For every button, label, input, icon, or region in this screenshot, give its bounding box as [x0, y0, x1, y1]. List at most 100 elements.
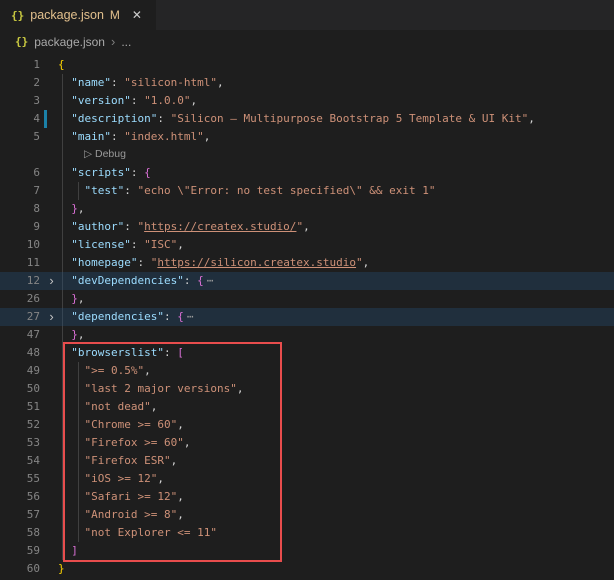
line-number: 58 [0, 524, 45, 542]
gutter-space [45, 506, 58, 524]
chevron-right-icon: › [111, 34, 115, 49]
code-line-58[interactable]: 58 "not Explorer <= 11" [0, 524, 614, 542]
code-text: "Firefox ESR", [58, 452, 177, 470]
code-text: "homepage": "https://silicon.createx.stu… [58, 254, 369, 272]
gutter-space [45, 542, 58, 560]
line-number: 8 [0, 200, 45, 218]
line-number: 50 [0, 380, 45, 398]
code-line-1[interactable]: 1{ [0, 56, 614, 74]
code-text: "dependencies": {⋯ [58, 308, 194, 326]
code-line-7[interactable]: 7 "test": "echo \"Error: no test specifi… [0, 182, 614, 200]
code-line-48[interactable]: 48 "browserslist": [ [0, 344, 614, 362]
gutter-space [45, 416, 58, 434]
line-number: 11 [0, 254, 45, 272]
code-line-27[interactable]: 27› "dependencies": {⋯ [0, 308, 614, 326]
code-text: "main": "index.html", [58, 128, 210, 146]
code-line-47[interactable]: 47 }, [0, 326, 614, 344]
gutter-space [45, 164, 58, 182]
code-text: }, [58, 290, 85, 308]
code-line-3[interactable]: 3 "version": "1.0.0", [0, 92, 614, 110]
code-line-59[interactable]: 59 ] [0, 542, 614, 560]
gutter-space [45, 92, 58, 110]
code-line-51[interactable]: 51 "not dead", [0, 398, 614, 416]
gutter-space [45, 218, 58, 236]
line-number: 10 [0, 236, 45, 254]
line-number: 53 [0, 434, 45, 452]
code-line-10[interactable]: 10 "license": "ISC", [0, 236, 614, 254]
line-number: 4 [0, 110, 45, 128]
fold-chevron-icon[interactable]: › [45, 308, 58, 326]
code-line-12[interactable]: 12› "devDependencies": {⋯ [0, 272, 614, 290]
gutter-space [45, 452, 58, 470]
code-line-56[interactable]: 56 "Safari >= 12", [0, 488, 614, 506]
gutter-space [45, 470, 58, 488]
code-text: "browserslist": [ [58, 344, 184, 362]
breadcrumb-file[interactable]: package.json [34, 35, 105, 49]
code-text: "not dead", [58, 398, 157, 416]
code-text: "last 2 major versions", [58, 380, 243, 398]
line-number: 51 [0, 398, 45, 416]
code-line-49[interactable]: 49 ">= 0.5%", [0, 362, 614, 380]
code-line-9[interactable]: 9 "author": "https://createx.studio/", [0, 218, 614, 236]
codelens-debug[interactable]: ▷ Debug [0, 146, 614, 164]
gutter-space [45, 398, 58, 416]
line-number: 56 [0, 488, 45, 506]
gutter-space [45, 200, 58, 218]
line-number: 55 [0, 470, 45, 488]
gutter-space [45, 326, 58, 344]
gutter-space [45, 362, 58, 380]
code-text: { [58, 56, 65, 74]
code-line-53[interactable]: 53 "Firefox >= 60", [0, 434, 614, 452]
code-text: }, [58, 326, 85, 344]
line-number: 52 [0, 416, 45, 434]
code-line-55[interactable]: 55 "iOS >= 12", [0, 470, 614, 488]
code-line-5[interactable]: 5 "main": "index.html", [0, 128, 614, 146]
gutter-space [45, 290, 58, 308]
code-text: } [58, 560, 65, 578]
code-text: "scripts": { [58, 164, 151, 182]
code-line-52[interactable]: 52 "Chrome >= 60", [0, 416, 614, 434]
code-text: "Android >= 8", [58, 506, 184, 524]
code-line-4[interactable]: 4 "description": "Silicon — Multipurpose… [0, 110, 614, 128]
json-file-icon: {} [15, 35, 28, 48]
breadcrumb-symbol[interactable]: ... [121, 35, 131, 49]
code-text: "not Explorer <= 11" [58, 524, 217, 542]
code-line-6[interactable]: 6 "scripts": { [0, 164, 614, 182]
code-line-26[interactable]: 26 }, [0, 290, 614, 308]
close-icon[interactable]: ✕ [132, 8, 142, 22]
gutter-space [45, 128, 58, 146]
gutter-space [45, 524, 58, 542]
code-text: "iOS >= 12", [58, 470, 164, 488]
code-text: "author": "https://createx.studio/", [58, 218, 310, 236]
line-number: 49 [0, 362, 45, 380]
gutter-space [45, 434, 58, 452]
code-lines[interactable]: 1{2 "name": "silicon-html",3 "version": … [0, 53, 614, 578]
line-number: 59 [0, 542, 45, 560]
code-line-54[interactable]: 54 "Firefox ESR", [0, 452, 614, 470]
code-line-2[interactable]: 2 "name": "silicon-html", [0, 74, 614, 92]
code-area[interactable]: 1{2 "name": "silicon-html",3 "version": … [0, 53, 614, 580]
line-number: 57 [0, 506, 45, 524]
line-number: 48 [0, 344, 45, 362]
gutter-space [45, 182, 58, 200]
line-number: 54 [0, 452, 45, 470]
tab-package-json[interactable]: {} package.json M ✕ [0, 0, 156, 30]
code-line-57[interactable]: 57 "Android >= 8", [0, 506, 614, 524]
git-modified-badge: M [110, 8, 120, 22]
gutter-space [45, 74, 58, 92]
code-text: "license": "ISC", [58, 236, 184, 254]
code-line-60[interactable]: 60} [0, 560, 614, 578]
line-number: 47 [0, 326, 45, 344]
code-line-50[interactable]: 50 "last 2 major versions", [0, 380, 614, 398]
modified-gutter-indicator [45, 110, 58, 128]
code-line-11[interactable]: 11 "homepage": "https://silicon.createx.… [0, 254, 614, 272]
gutter-space [45, 56, 58, 74]
gutter-space [45, 488, 58, 506]
code-line-8[interactable]: 8 }, [0, 200, 614, 218]
breadcrumb: {} package.json › ... [0, 30, 614, 53]
fold-chevron-icon[interactable]: › [45, 272, 58, 290]
line-number: 2 [0, 74, 45, 92]
tab-bar: {} package.json M ✕ [0, 0, 614, 30]
code-text: ] [58, 542, 78, 560]
code-text: ">= 0.5%", [58, 362, 151, 380]
